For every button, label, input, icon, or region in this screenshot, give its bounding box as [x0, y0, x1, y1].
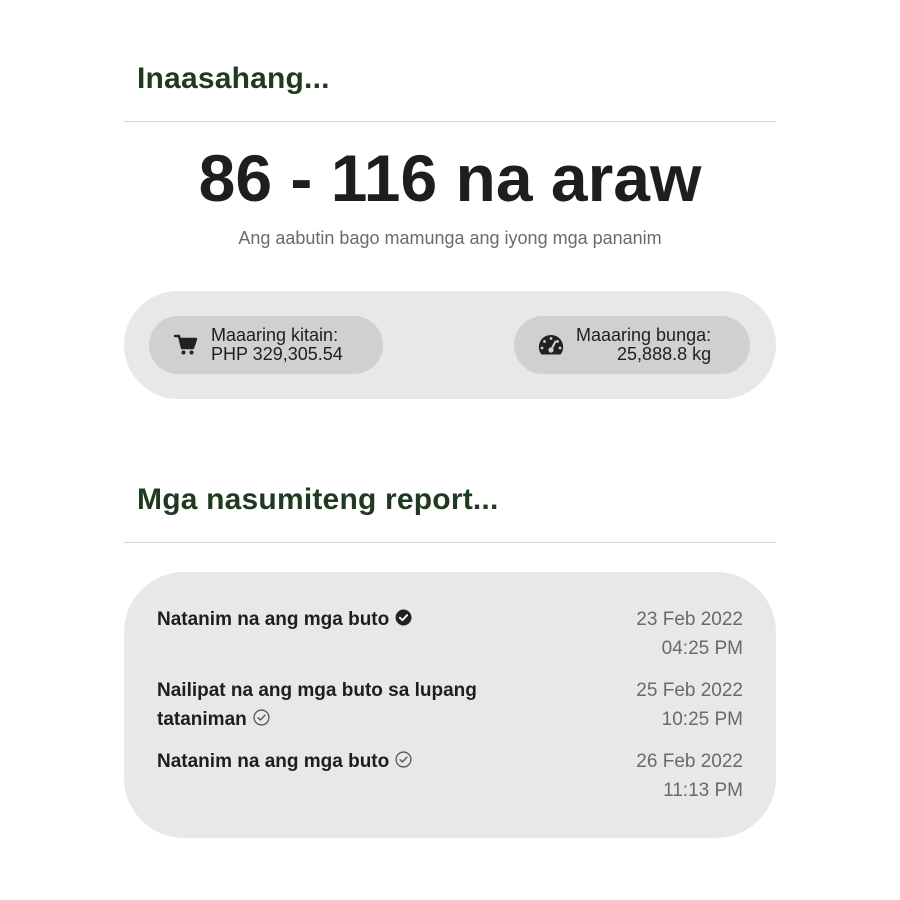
- reports-section-title: Mga nasumiteng report...: [137, 483, 499, 516]
- cart-icon: [171, 330, 201, 360]
- stats-card: Maaaring kitain: PHP 329,305.54 Maaaring…: [124, 291, 776, 399]
- report-time: 11:13 PM: [663, 780, 743, 801]
- report-text: Nailipat na ang mga buto sa lupang tatan…: [157, 680, 477, 730]
- report-text: Natanim na ang mga buto: [157, 751, 390, 772]
- report-date: 26 Feb 2022: [636, 751, 743, 772]
- yield-label: Maaaring bunga:: [576, 325, 712, 345]
- check-circle-filled-icon: [395, 606, 412, 635]
- yield-pill: Maaaring bunga: 25,888.8 kg: [514, 316, 750, 374]
- check-circle-outline-icon: [395, 748, 412, 777]
- income-pill: Maaaring kitain: PHP 329,305.54: [149, 316, 383, 374]
- report-text: Natanim na ang mga buto: [157, 609, 390, 630]
- check-circle-outline-icon: [253, 706, 270, 735]
- yield-value: 25,888.8 kg: [617, 344, 712, 364]
- income-label: Maaaring kitain:: [211, 325, 339, 345]
- expected-divider: [124, 121, 776, 122]
- report-date: 25 Feb 2022: [636, 680, 743, 701]
- income-value: PHP 329,305.54: [211, 344, 343, 364]
- expected-section-title: Inaasahang...: [137, 62, 330, 95]
- report-time: 10:25 PM: [661, 709, 743, 730]
- speedometer-icon: [536, 330, 566, 360]
- reports-card: Natanim na ang mga buto 23 Feb 2022 04:2…: [124, 572, 776, 838]
- page: Inaasahang... 86 - 116 na araw Ang aabut…: [0, 0, 900, 900]
- report-time: 04:25 PM: [661, 638, 743, 659]
- reports-divider: [124, 542, 776, 543]
- expected-days-range: 86 - 116 na araw: [198, 141, 702, 215]
- report-date: 23 Feb 2022: [636, 609, 743, 630]
- expected-subtitle: Ang aabutin bago mamunga ang iyong mga p…: [238, 228, 662, 248]
